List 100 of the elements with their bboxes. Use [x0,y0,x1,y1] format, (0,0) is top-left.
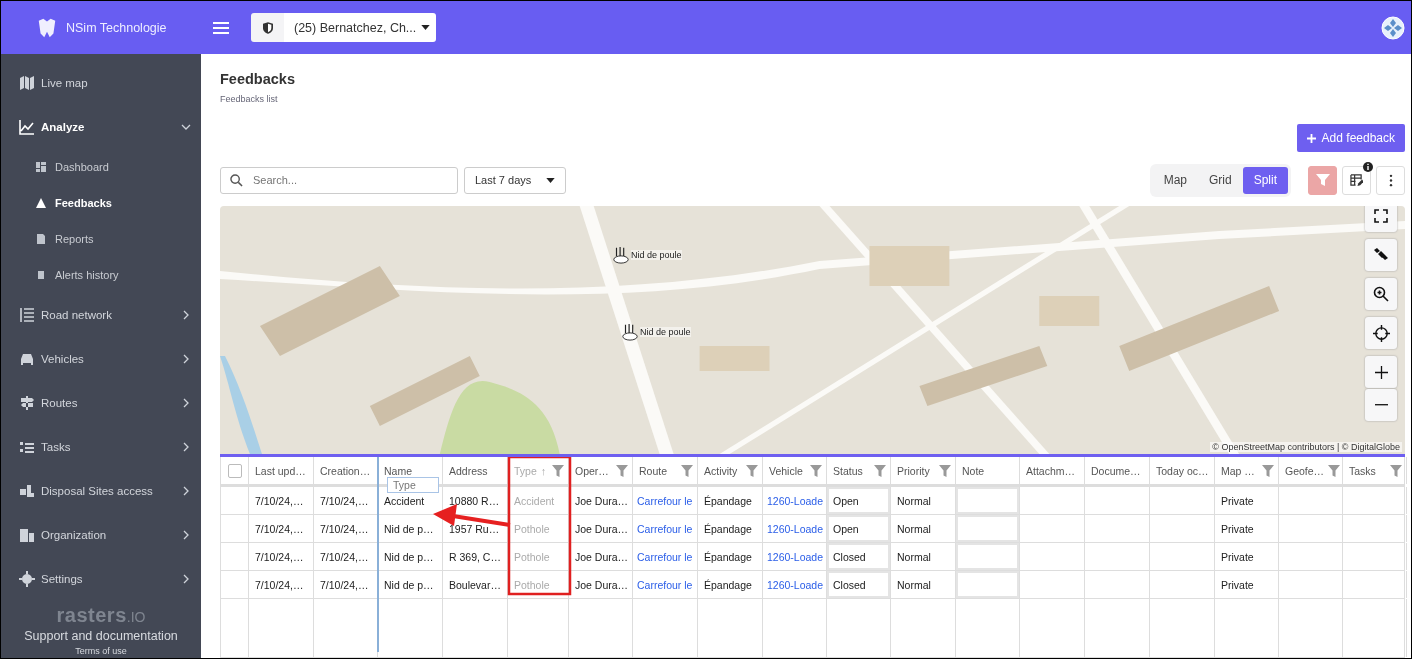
filter-icon[interactable] [874,464,886,477]
nav-subitem[interactable]: Reports [1,221,201,257]
columns-button[interactable] [1342,165,1371,195]
nav-icon [19,307,35,323]
period-dropdown[interactable]: Last 7 days [464,166,566,194]
brand-name: NSim Technologie [66,20,167,35]
filter-icon[interactable] [552,464,564,477]
chevron-icon [183,398,189,408]
locate-button[interactable] [1365,317,1397,349]
drag-tooltip: Type [387,477,439,493]
kebab-icon [1388,173,1393,187]
table-cell-link[interactable]: Carrefour le [637,494,693,507]
nav-subitem[interactable]: Feedbacks [1,185,201,221]
split-handle[interactable] [220,454,1405,457]
nav-item[interactable]: Disposal Sites access [1,469,201,513]
editable-cell[interactable] [956,571,1020,598]
editable-cell[interactable] [956,487,1020,514]
column-header[interactable]: Geofe… [1279,457,1343,484]
nav-item[interactable]: Vehicles [1,337,201,381]
nav-item[interactable]: Analyze [1,105,201,149]
chevron-icon [183,354,189,364]
table-cell-link[interactable]: Carrefour le [637,522,693,535]
account-dropdown[interactable]: (25) Bernatchez, Ch... [284,13,437,42]
column-header[interactable]: Priority [891,457,956,484]
support-link[interactable]: Support and documentation [24,629,178,643]
filter-icon[interactable] [616,464,628,477]
table-cell: Joe Dura… [575,578,629,591]
column-header[interactable]: Route [633,457,698,484]
search-field[interactable]: Search... [220,166,458,194]
table-cell-link[interactable]: 1260-Loade [767,578,824,591]
table-cell: 7/10/24,… [255,522,304,535]
filter-icon[interactable] [810,464,822,477]
filter-button[interactable] [1308,165,1337,195]
nav-subitem[interactable]: Alerts history [1,257,201,293]
nav-icon [19,483,35,499]
nav-item[interactable]: Routes [1,381,201,425]
column-header[interactable]: Last upd… [249,457,314,484]
table-cell-link[interactable]: Carrefour le [637,578,693,591]
fullscreen-button[interactable] [1365,206,1397,232]
filter-icon[interactable] [1262,464,1274,477]
nav-item[interactable]: Settings [1,557,201,601]
view-tab[interactable]: Split [1242,166,1288,194]
add-feedback-button[interactable]: Add feedback [1296,124,1405,152]
column-header[interactable]: Tasks [1343,457,1407,484]
table-cell: Joe Dura… [575,522,629,535]
table-cell: Normal [897,550,931,563]
satellite-button[interactable] [1365,239,1397,271]
column-header[interactable]: Oper… [569,457,633,484]
nav-item[interactable]: Road network [1,293,201,337]
select-all-checkbox[interactable] [227,463,242,478]
table-cell: Joe Dura… [575,550,629,563]
filter-icon[interactable] [681,464,693,477]
table-cell: 10880 R… [449,494,500,507]
editable-cell[interactable]: Open [827,515,891,542]
view-tab[interactable]: Grid [1198,166,1243,194]
column-header[interactable]: Map … [1215,457,1279,484]
column-header[interactable]: Vehicle [763,457,827,484]
table-cell: Épandage [704,494,752,507]
editable-cell[interactable]: Closed [827,543,891,570]
search-input[interactable]: Search... [251,173,435,187]
zoom-search-button[interactable] [1365,278,1397,310]
nav-icon [19,439,35,455]
editable-cell[interactable]: Open [827,487,891,514]
fullscreen-icon [1374,209,1388,223]
column-header[interactable]: Activity [698,457,763,484]
column-header[interactable]: Today oc… [1150,457,1215,484]
column-header[interactable]: Docume… [1085,457,1150,484]
table-cell: 7/10/24,… [320,494,369,507]
table-cell-link[interactable]: 1260-Loade [767,550,824,563]
nav-item[interactable]: Live map [1,61,201,105]
filter-icon[interactable] [1328,464,1341,477]
nav-item[interactable]: Organization [1,513,201,557]
filter-icon[interactable] [939,464,951,477]
column-header[interactable]: Status [827,457,891,484]
table-cell-link[interactable]: 1260-Loade [767,522,824,535]
nav-subitem[interactable]: Dashboard [1,149,201,185]
nav-icon [19,527,35,543]
avatar-icon[interactable] [1381,15,1405,40]
menu-icon[interactable] [213,21,229,34]
table-cell: Normal [897,578,931,591]
table-cell-link[interactable]: Carrefour le [637,550,693,563]
terms-link[interactable]: Terms of use [75,646,127,658]
editable-cell[interactable] [956,515,1020,542]
table-cell: R 369, C… [449,550,501,563]
nav-item[interactable]: Tasks [1,425,201,469]
column-header[interactable]: Address [443,457,508,484]
view-tab[interactable]: Map [1152,166,1198,194]
caret-icon [546,177,555,183]
editable-cell[interactable]: Closed [827,571,891,598]
table-cell: Private [1221,550,1254,563]
zoom-in-button[interactable] [1365,356,1397,388]
filter-icon[interactable] [1390,464,1402,477]
filter-icon[interactable] [746,464,758,477]
chevron-icon [183,574,189,584]
more-button[interactable] [1376,165,1405,195]
column-header[interactable]: Attachm… [1020,457,1085,484]
table-cell-link[interactable]: 1260-Loade [767,494,824,507]
editable-cell[interactable] [956,543,1020,570]
shield-button[interactable] [251,13,284,42]
column-header[interactable]: Note [956,457,1020,484]
